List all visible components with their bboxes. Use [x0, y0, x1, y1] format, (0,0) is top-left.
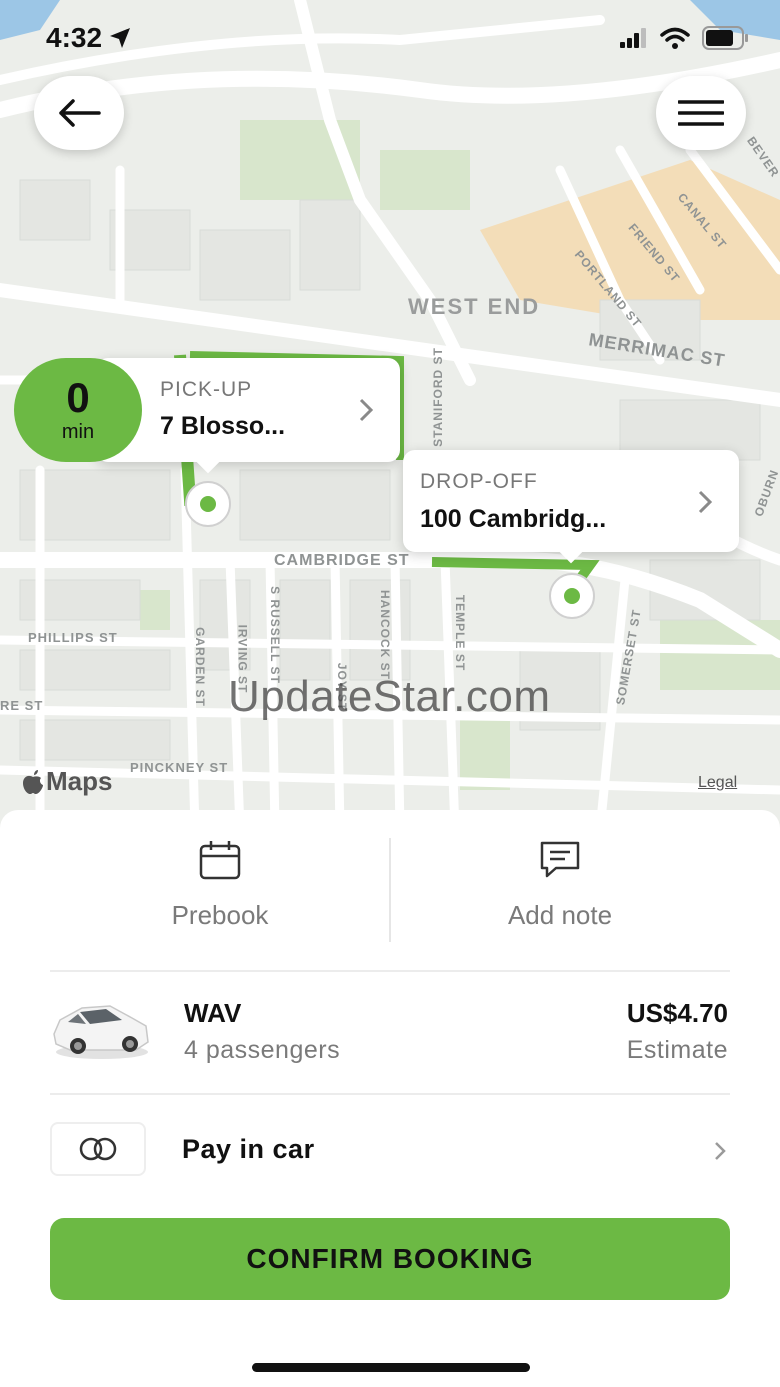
map-view[interactable]: WEST END MERRIMAC ST CAMBRIDGE ST PHILLI…	[0, 0, 780, 830]
dropoff-label: DROP-OFF	[420, 470, 538, 493]
pickup-address: 7 Blosso...	[160, 412, 286, 440]
maps-attribution: Maps	[22, 766, 112, 797]
pickup-marker[interactable]	[182, 478, 234, 530]
street-label: PHILLIPS ST	[28, 630, 118, 645]
status-bar: 4:32	[0, 0, 780, 80]
street-label: PINCKNEY ST	[130, 760, 229, 775]
add-note-label: Add note	[507, 900, 613, 930]
street-label: CAMBRIDGE ST	[274, 552, 410, 569]
maps-label: Maps	[46, 766, 113, 796]
eta-unit: min	[61, 420, 95, 443]
clock: 4:32	[46, 22, 103, 53]
street-label: STANIFORD ST	[430, 347, 445, 447]
battery-icon	[702, 26, 748, 50]
fare-estimate-label: Estimate	[626, 1036, 728, 1064]
cash-icon	[79, 1137, 117, 1161]
street-label: RE ST	[0, 698, 44, 713]
vehicle-capacity: 4 passengers	[184, 1036, 341, 1064]
prebook-option[interactable]: Prebook	[50, 840, 390, 950]
message-icon	[540, 841, 580, 878]
location-arrow-icon	[110, 28, 131, 48]
divider	[50, 1093, 730, 1095]
apple-logo-icon	[23, 769, 43, 794]
add-note-option[interactable]: Add note	[390, 840, 730, 950]
menu-button[interactable]	[656, 76, 746, 150]
dropoff-address: 100 Cambridg...	[420, 505, 607, 533]
street-label: S RUSSELL ST	[267, 586, 282, 684]
eta-value: 0	[66, 373, 90, 421]
district-label: WEST END	[408, 294, 541, 319]
status-time: 4:32	[46, 22, 132, 54]
street-label: HANCOCK ST	[378, 590, 392, 680]
street-label: TEMPLE ST	[453, 594, 468, 672]
pickup-label: PICK-UP	[160, 378, 253, 401]
divider	[50, 970, 730, 972]
fare-price: US$4.70	[626, 998, 728, 1028]
eta-badge: 0 min	[14, 358, 142, 462]
back-button[interactable]	[34, 76, 124, 150]
cellular-signal-icon	[620, 28, 646, 48]
confirm-booking-button[interactable]: CONFIRM BOOKING	[50, 1218, 730, 1300]
hamburger-menu-icon	[678, 100, 724, 126]
dropoff-marker[interactable]	[546, 570, 598, 622]
chevron-right-icon	[698, 490, 713, 514]
wifi-icon	[660, 27, 690, 49]
chevron-right-icon	[359, 398, 374, 422]
booking-sheet: Prebook Add note WAV 4 passengers US$4.7…	[0, 810, 780, 1387]
home-indicator	[252, 1363, 530, 1372]
prebook-label: Prebook	[171, 900, 269, 930]
dropoff-card[interactable]: DROP-OFF 100 Cambridg...	[403, 450, 739, 564]
payment-method-icon-box	[50, 1122, 146, 1176]
legal-link[interactable]: Legal	[698, 774, 737, 792]
car-image	[53, 1005, 149, 1059]
arrow-left-icon	[59, 99, 101, 127]
system-icons	[620, 26, 750, 50]
chevron-right-icon	[715, 1142, 726, 1160]
street-label: GARDEN ST	[192, 627, 207, 707]
payment-label: Pay in car	[182, 1134, 315, 1164]
watermark: UpdateStar.com	[228, 672, 551, 721]
calendar-icon	[199, 841, 241, 880]
vehicle-name: WAV	[184, 998, 242, 1028]
